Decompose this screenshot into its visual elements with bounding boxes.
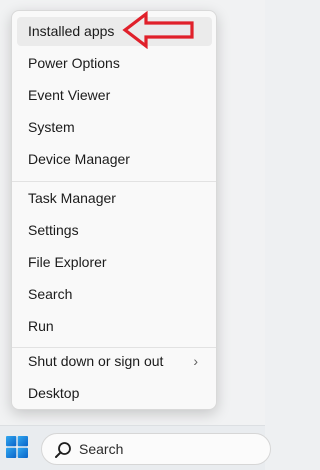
menu-item-task-manager[interactable]: Task Manager <box>17 184 212 213</box>
menu-item-run[interactable]: Run <box>17 312 212 341</box>
menu-item-shut-down-or-sign-out[interactable]: Shut down or sign out › <box>17 347 212 376</box>
menu-separator <box>12 181 216 182</box>
menu-item-device-manager[interactable]: Device Manager <box>17 145 212 174</box>
quick-link-menu: Installed apps Power Options Event Viewe… <box>11 10 217 410</box>
windows-logo-icon[interactable] <box>6 436 28 458</box>
menu-item-settings[interactable]: Settings <box>17 216 212 245</box>
menu-item-search[interactable]: Search <box>17 280 212 309</box>
search-label: Search <box>79 441 124 457</box>
menu-item-file-explorer[interactable]: File Explorer <box>17 248 212 277</box>
menu-item-event-viewer[interactable]: Event Viewer <box>17 81 212 110</box>
menu-item-label: Shut down or sign out <box>28 353 164 369</box>
taskbar: Search <box>0 425 271 470</box>
red-outline-arrow-icon <box>122 11 194 49</box>
menu-item-system[interactable]: System <box>17 113 212 142</box>
chevron-right-icon: › <box>193 353 198 369</box>
search-icon <box>55 442 71 458</box>
taskbar-search-box[interactable]: Search <box>41 433 271 465</box>
menu-item-desktop[interactable]: Desktop <box>17 379 212 408</box>
menu-item-power-options[interactable]: Power Options <box>17 49 212 78</box>
